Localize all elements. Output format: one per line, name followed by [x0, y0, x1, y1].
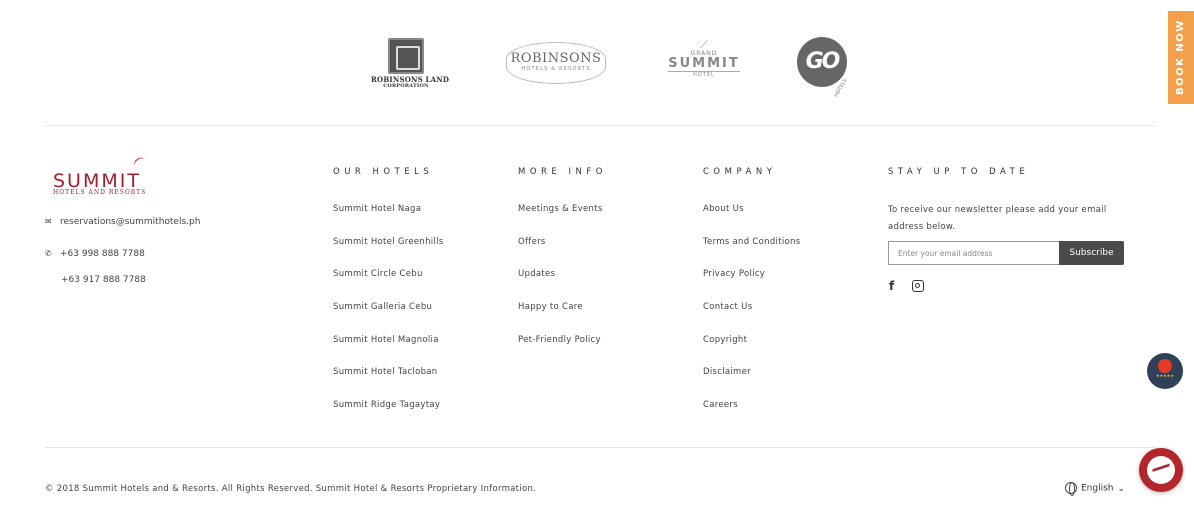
hotel-link[interactable]: Summit Hotel Tacloban	[333, 367, 437, 377]
grand-summit-hotel: HOTEL	[693, 72, 715, 78]
company-link[interactable]: Privacy Policy	[703, 269, 765, 279]
facebook-icon[interactable]: f	[889, 279, 894, 293]
rating-badge[interactable]: ★★★★★	[1147, 353, 1183, 389]
newsletter-heading: STAY UP TO DATE	[888, 167, 1030, 177]
book-now-button[interactable]: BOOK NOW	[1168, 11, 1194, 104]
stars-icon: ★★★★★	[1156, 373, 1174, 378]
contact-phone-1[interactable]: ✆ +63 998 888 7788	[45, 249, 145, 259]
language-selector[interactable]: English ⌄	[1065, 482, 1126, 496]
more-info-link[interactable]: Pet-Friendly Policy	[518, 335, 601, 345]
hotel-link[interactable]: Summit Hotel Naga	[333, 204, 421, 214]
company-link[interactable]: About Us	[703, 204, 744, 214]
rlc-sub: CORPORATION	[383, 83, 429, 89]
more-info-link[interactable]: Updates	[518, 269, 555, 279]
robinsons-name: ROBINSONS	[510, 51, 602, 66]
company-link[interactable]: Disclaimer	[703, 367, 751, 377]
phone-icon: ✆	[45, 249, 52, 258]
summit-brand-logo[interactable]: SUMMIT HOTELS AND RESORTS	[53, 155, 163, 196]
hotel-link[interactable]: Summit Circle Cebu	[333, 269, 423, 279]
robinsons-land-logo[interactable]: ROBINSONS LAND CORPORATION	[371, 38, 450, 90]
company-link[interactable]: Careers	[703, 400, 738, 410]
bottom-divider	[45, 447, 1155, 448]
hotel-link[interactable]: Summit Ridge Tagaytay	[333, 400, 440, 410]
company-link[interactable]: Contact Us	[703, 302, 752, 312]
leaf-icon: ⟋	[700, 38, 708, 51]
language-label: English	[1081, 483, 1114, 494]
go-name: GO	[797, 37, 847, 87]
company-link[interactable]: Terms and Conditions	[703, 237, 800, 247]
messenger-icon	[1147, 456, 1175, 484]
newsletter-text: To receive our newsletter please add you…	[888, 205, 1107, 232]
phone1-text: +63 998 888 7788	[60, 249, 145, 259]
hotel-link[interactable]: Summit Hotel Greenhills	[333, 237, 444, 247]
go-hotels-logo[interactable]: GO HOTELS	[797, 37, 849, 98]
phone2-text: +63 917 888 7788	[61, 275, 146, 285]
robinsons-hotels-logo[interactable]: ROBINSONS HOTELS & RESORTS	[506, 42, 606, 84]
mail-icon: ✉	[45, 217, 52, 226]
company-link[interactable]: Copyright	[703, 335, 747, 345]
grand-summit-logo[interactable]: ⟋ GRAND SUMMIT HOTEL	[668, 38, 740, 90]
rlc-emblem-icon	[388, 38, 424, 74]
more-info-link[interactable]: Offers	[518, 237, 546, 247]
brand-sub: HOTELS AND RESORTS	[53, 189, 147, 196]
contact-email[interactable]: ✉ reservations@summithotels.ph	[45, 217, 200, 227]
contact-phone-2[interactable]: +63 917 888 7788	[61, 275, 146, 285]
messenger-chat-button[interactable]	[1139, 448, 1183, 492]
instagram-icon[interactable]	[912, 280, 924, 292]
company-heading: COMPANY	[703, 167, 777, 177]
hotel-link[interactable]: Summit Hotel Magnolia	[333, 335, 439, 345]
our-hotels-heading: OUR HOTELS	[333, 167, 434, 177]
top-divider	[45, 125, 1155, 126]
newsletter-email-input[interactable]	[888, 241, 1060, 265]
grand-summit-name: SUMMIT	[668, 56, 740, 72]
more-info-heading: MORE INFO	[518, 167, 607, 177]
rlc-name: ROBINSONS LAND	[371, 75, 450, 84]
globe-icon	[1065, 482, 1077, 496]
badge-icon	[1158, 359, 1172, 373]
more-info-link[interactable]: Meetings & Events	[518, 204, 603, 214]
chevron-down-icon: ⌄	[1117, 483, 1126, 494]
hotel-link[interactable]: Summit Galleria Cebu	[333, 302, 432, 312]
robinsons-sub: HOTELS & RESORTS	[521, 66, 591, 72]
more-info-link[interactable]: Happy to Care	[518, 302, 583, 312]
copyright-text: © 2018 Summit Hotels and & Resorts. All …	[45, 484, 537, 494]
email-text: reservations@summithotels.ph	[60, 217, 201, 227]
subscribe-button[interactable]: Subscribe	[1059, 241, 1124, 265]
